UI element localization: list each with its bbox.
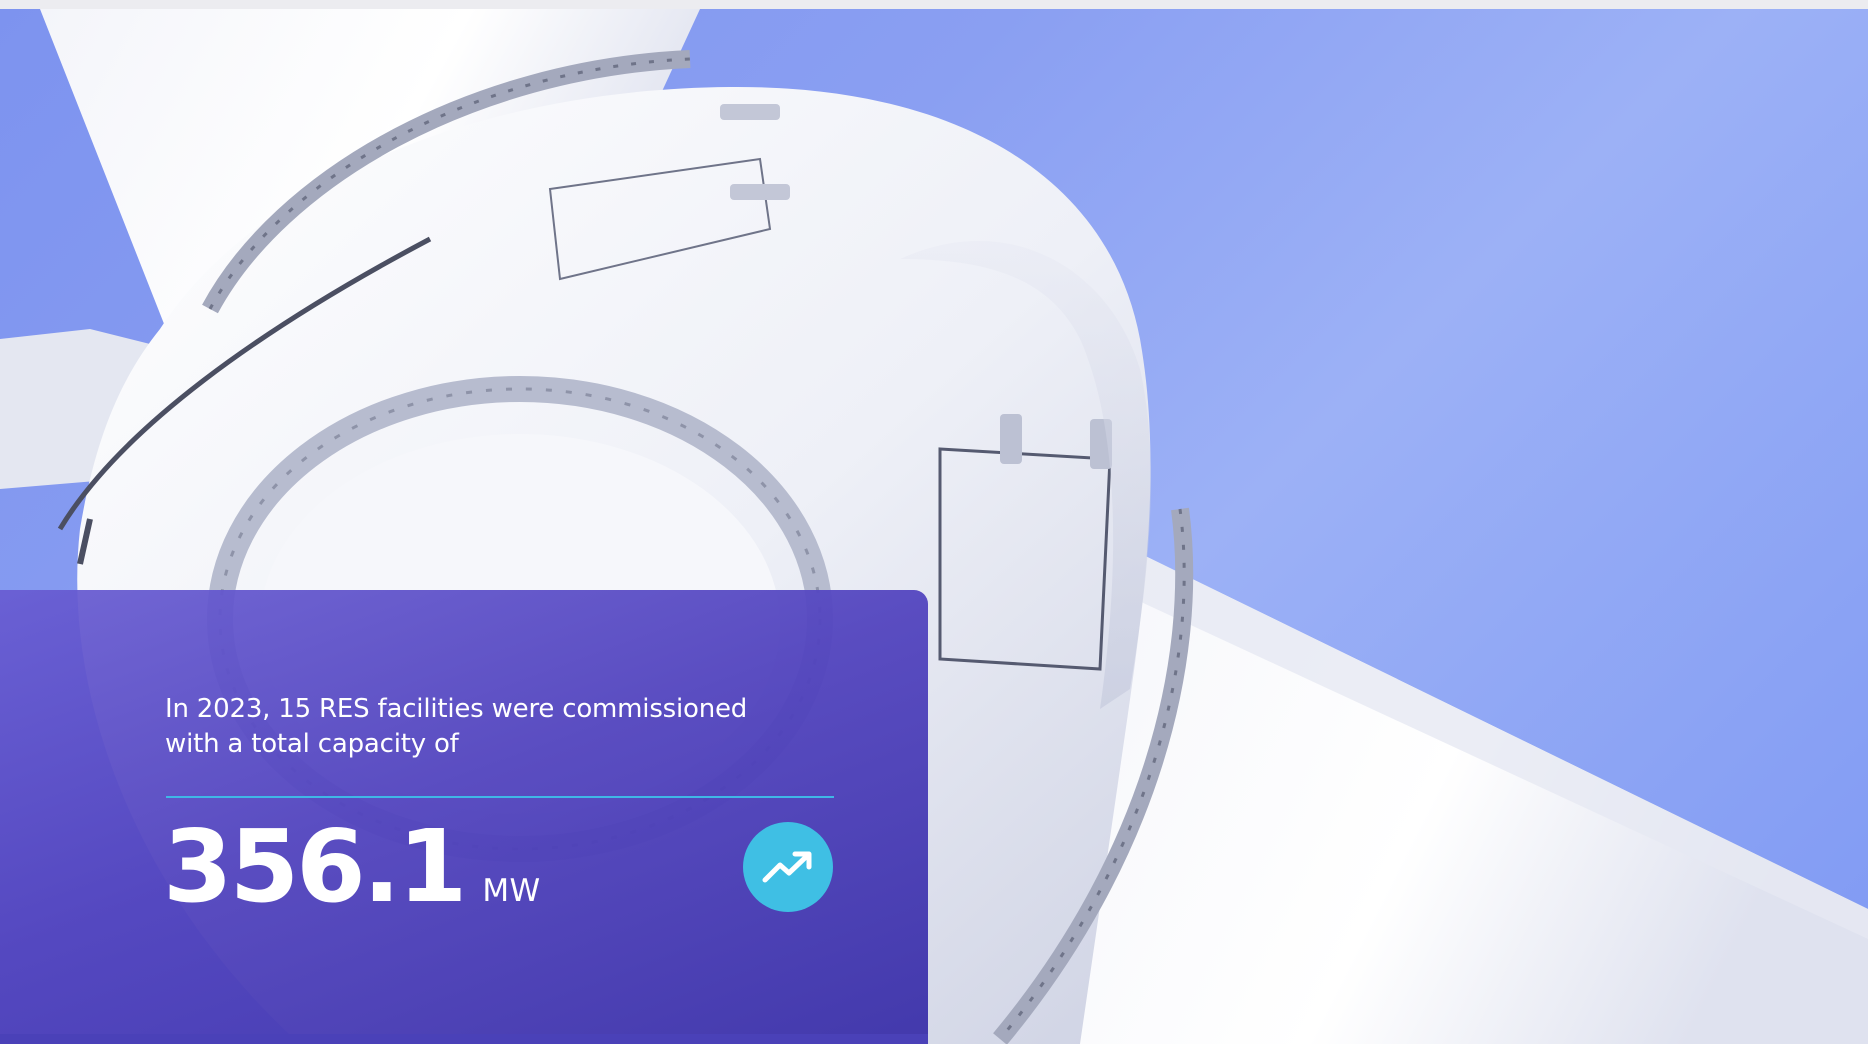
page: In 2023, 15 RES facilities were commissi… <box>0 0 1868 1044</box>
stat-card: In 2023, 15 RES facilities were commissi… <box>0 590 928 1044</box>
card-bottom-band <box>0 1034 928 1044</box>
stat-unit: MW <box>482 873 541 909</box>
stat-value-row: 356.1 MW <box>163 812 541 922</box>
stat-description: In 2023, 15 RES facilities were commissi… <box>165 694 748 759</box>
stat-value: 356.1 <box>163 808 467 925</box>
top-strip <box>0 0 1868 9</box>
trending-up-icon <box>762 851 812 883</box>
stat-divider <box>166 796 834 798</box>
trend-badge <box>743 822 833 912</box>
